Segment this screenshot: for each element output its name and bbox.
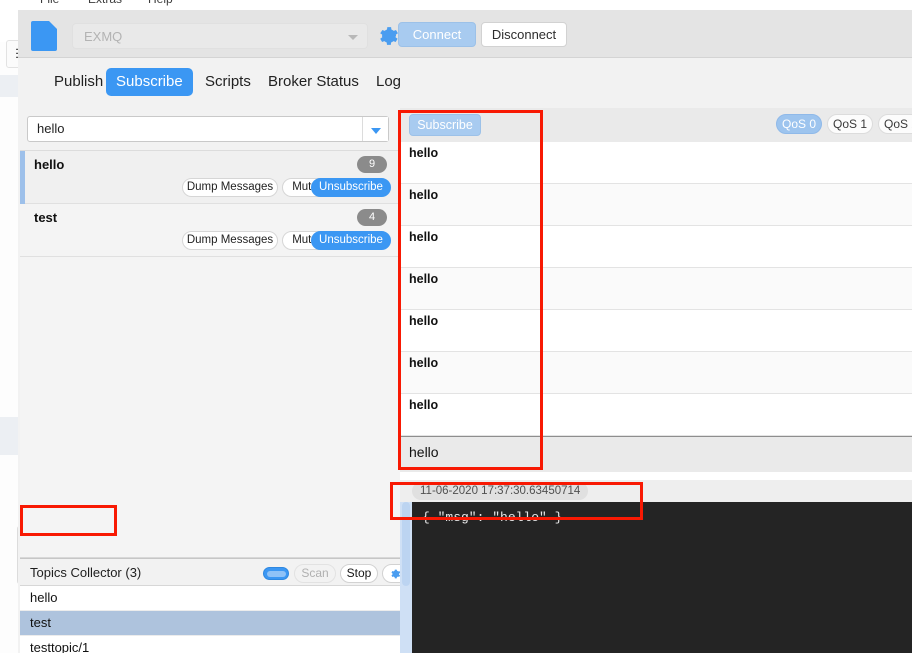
menu-item-file[interactable]: File	[40, 0, 59, 7]
collector-topic-label: testtopic/1	[30, 640, 90, 653]
tab-log[interactable]: Log	[366, 68, 411, 96]
document-icon	[31, 21, 57, 51]
topic-input[interactable]: hello	[27, 116, 389, 142]
subscription-message-count: 9	[357, 156, 387, 173]
collector-topic-test[interactable]: test	[20, 611, 400, 636]
message-topic: hello	[409, 314, 439, 328]
gear-icon[interactable]	[376, 24, 400, 48]
messages-panel: Subscribe QoS 0 QoS 1 QoS 2 hello hello …	[400, 108, 912, 653]
message-topic: hello	[409, 356, 439, 370]
messages-toolbar: Subscribe QoS 0 QoS 1 QoS 2	[400, 108, 912, 142]
tab-bar: Publish Subscribe Scripts Broker Status …	[18, 58, 912, 108]
toggle-switch-icon[interactable]	[263, 567, 289, 580]
qos-0-button[interactable]: QoS 0	[776, 114, 822, 134]
mqtt-client-window: File Extras Help EXMQ Connect Disconnect	[18, 0, 912, 653]
message-topic: hello	[409, 272, 439, 286]
subscription-row-hello[interactable]: hello 9 Dump Messages Mute Unsubscribe	[20, 151, 400, 204]
scan-button[interactable]: Scan	[294, 564, 336, 583]
topic-input-value: hello	[37, 121, 65, 136]
message-row[interactable]: hello	[400, 310, 912, 352]
connection-profile-value: EXMQ	[84, 29, 123, 44]
subscription-topic: test	[34, 210, 58, 225]
tab-scripts[interactable]: Scripts	[195, 68, 261, 96]
message-row[interactable]: hello	[400, 184, 912, 226]
connection-toolbar: EXMQ Connect Disconnect	[18, 10, 912, 58]
subscription-list: hello 9 Dump Messages Mute Unsubscribe t…	[20, 150, 400, 448]
message-topic: hello	[409, 146, 439, 160]
unsubscribe-button[interactable]: Unsubscribe	[311, 178, 391, 197]
message-payload-text: { "msg": "hello" }	[422, 510, 563, 525]
qos-1-button[interactable]: QoS 1	[827, 114, 873, 134]
message-row[interactable]: hello	[400, 352, 912, 394]
message-timestamp: 11-06-2020 17:37:30.63450714	[412, 482, 589, 500]
disconnect-button[interactable]: Disconnect	[481, 22, 567, 47]
chevron-down-icon	[348, 35, 358, 40]
message-row[interactable]: hello	[400, 394, 912, 436]
dump-messages-button[interactable]: Dump Messages	[182, 231, 278, 250]
message-topic: hello	[409, 398, 439, 412]
topic-history-dropdown[interactable]	[362, 117, 388, 141]
subscription-message-count: 4	[357, 209, 387, 226]
tab-subscribe[interactable]: Subscribe	[106, 68, 193, 96]
message-topic: hello	[409, 188, 439, 202]
collector-topic-label: hello	[30, 590, 58, 605]
collector-topic-testtopic1[interactable]: testtopic/1	[20, 636, 400, 653]
message-row[interactable]: hello	[400, 226, 912, 268]
message-row-selected[interactable]: hello	[400, 436, 912, 472]
message-timestamp-bar: 11-06-2020 17:37:30.63450714	[400, 480, 912, 502]
selection-marker	[20, 151, 25, 204]
collector-topic-hello[interactable]: hello	[20, 586, 400, 611]
chevron-down-icon	[371, 128, 381, 134]
message-row[interactable]: hello	[400, 268, 912, 310]
dump-messages-button[interactable]: Dump Messages	[182, 178, 278, 197]
menu-bar: File Extras Help	[18, 0, 912, 10]
topics-collector-title: Topics Collector (3)	[30, 565, 142, 580]
message-topic: hello	[409, 230, 439, 244]
message-row[interactable]: hello	[400, 142, 912, 184]
message-list: hello hello hello hello hello hello hell…	[400, 142, 912, 480]
tab-broker-status[interactable]: Broker Status	[258, 68, 369, 96]
subscription-row-test[interactable]: test 4 Dump Messages Mute Unsubscribe	[20, 204, 400, 257]
stop-button[interactable]: Stop	[340, 564, 378, 583]
connect-button[interactable]: Connect	[398, 22, 476, 47]
qos-2-button[interactable]: QoS 2	[878, 114, 912, 134]
unsubscribe-button[interactable]: Unsubscribe	[311, 231, 391, 250]
message-payload-view[interactable]: { "msg": "hello" }	[412, 502, 912, 653]
subscribe-left-panel: hello hello 9 Dump Messages Mute Unsubsc…	[18, 108, 418, 653]
subscription-list-empty-area	[20, 448, 400, 558]
payload-scrollbar[interactable]	[400, 502, 412, 653]
collector-topic-label: test	[30, 615, 51, 630]
topics-collector-list: hello test testtopic/1	[20, 586, 400, 653]
topics-collector-panel: Topics Collector (3) Scan Stop hello tes…	[20, 558, 418, 653]
message-topic: hello	[409, 444, 439, 460]
topics-collector-header: Topics Collector (3) Scan Stop	[20, 558, 418, 586]
menu-item-help[interactable]: Help	[148, 0, 173, 7]
tab-publish[interactable]: Publish	[44, 68, 113, 96]
subscribe-button[interactable]: Subscribe	[409, 114, 481, 136]
subscription-topic: hello	[34, 157, 65, 172]
screen: ☷ File Extras Help EXMQ	[0, 0, 912, 653]
connection-profile-select[interactable]: EXMQ	[72, 23, 368, 49]
menu-item-extras[interactable]: Extras	[88, 0, 122, 7]
